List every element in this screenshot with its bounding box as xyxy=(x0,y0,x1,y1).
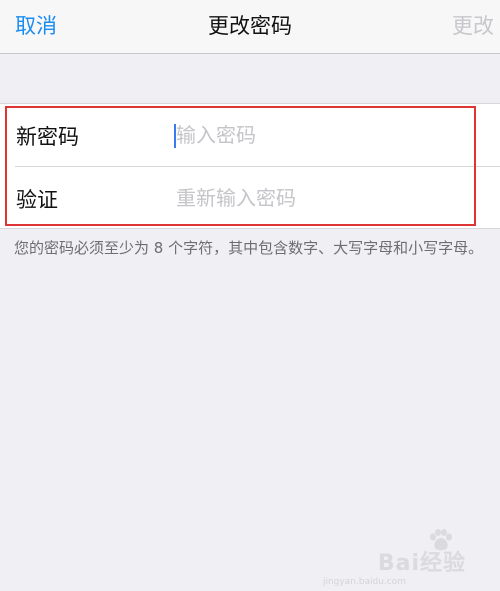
page-title: 更改密码 xyxy=(208,14,292,38)
verify-password-input[interactable] xyxy=(174,177,476,219)
new-password-label: 新密码 xyxy=(16,125,79,149)
verify-row[interactable]: 验证 xyxy=(0,167,500,229)
text-cursor xyxy=(174,124,176,148)
navigation-bar: 取消 更改密码 更改 xyxy=(0,0,500,54)
password-form: 新密码 验证 xyxy=(0,103,500,229)
new-password-row[interactable]: 新密码 xyxy=(0,104,500,166)
watermark-logo: Bai经验 xyxy=(377,551,466,576)
watermark-url: jingyan.baidu.com xyxy=(322,577,406,587)
verify-label: 验证 xyxy=(16,188,58,212)
cancel-button[interactable]: 取消 xyxy=(15,10,57,40)
change-button[interactable]: 更改 xyxy=(452,10,494,40)
password-requirements-hint: 您的密码必须至少为 8 个字符，其中包含数字、大写字母和小写字母。 xyxy=(14,239,484,257)
new-password-input[interactable] xyxy=(174,114,476,156)
